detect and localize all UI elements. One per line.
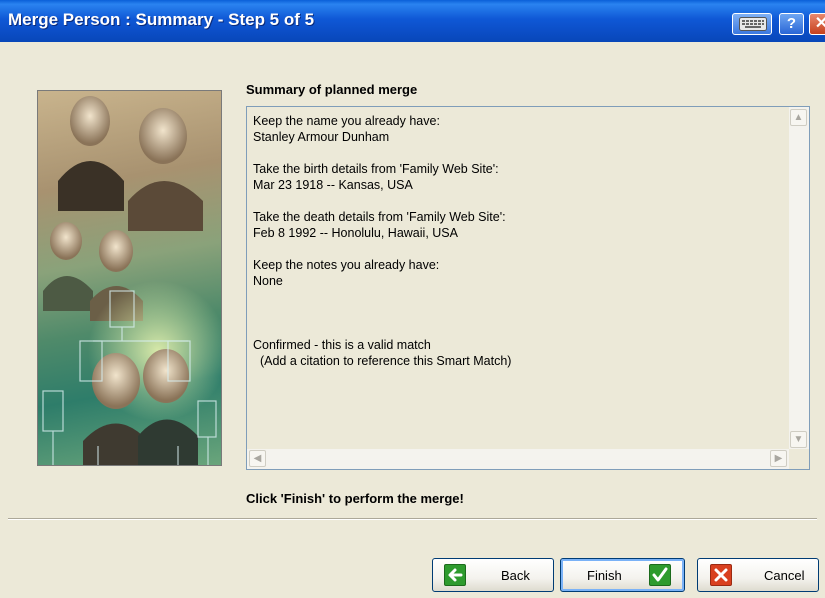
title-bar: Merge Person : Summary - Step 5 of 5 ? ✕ xyxy=(0,0,825,42)
window-title: Merge Person : Summary - Step 5 of 5 xyxy=(8,10,315,29)
scroll-down-icon[interactable]: ▼ xyxy=(790,431,807,448)
scroll-right-icon[interactable]: ▶ xyxy=(770,450,787,467)
finish-button[interactable]: Finish xyxy=(560,558,685,592)
checkmark-icon xyxy=(649,564,671,586)
cancel-button[interactable]: Cancel xyxy=(697,558,819,592)
scroll-corner xyxy=(789,449,809,469)
help-button[interactable]: ? xyxy=(779,13,804,35)
cancel-x-icon xyxy=(710,564,732,586)
back-arrow-icon xyxy=(444,564,466,586)
cancel-label: Cancel xyxy=(764,568,805,583)
finish-instruction: Click 'Finish' to perform the merge! xyxy=(246,491,464,506)
finish-label: Finish xyxy=(587,568,622,583)
scroll-up-icon[interactable]: ▲ xyxy=(790,109,807,126)
vertical-scrollbar[interactable]: ▲ ▼ xyxy=(789,107,809,449)
close-button[interactable]: ✕ xyxy=(809,13,825,35)
divider xyxy=(8,518,817,520)
family-photo-collage xyxy=(37,90,222,466)
scroll-left-icon[interactable]: ◀ xyxy=(249,450,266,467)
back-label: Back xyxy=(501,568,530,583)
back-button[interactable]: Back xyxy=(432,558,554,592)
summary-text: Keep the name you already have: Stanley … xyxy=(253,114,512,368)
keyboard-icon[interactable] xyxy=(732,13,772,35)
horizontal-scrollbar[interactable]: ◀ ▶ xyxy=(247,449,789,469)
summary-heading: Summary of planned merge xyxy=(246,82,418,97)
summary-textbox[interactable]: Keep the name you already have: Stanley … xyxy=(246,106,810,470)
